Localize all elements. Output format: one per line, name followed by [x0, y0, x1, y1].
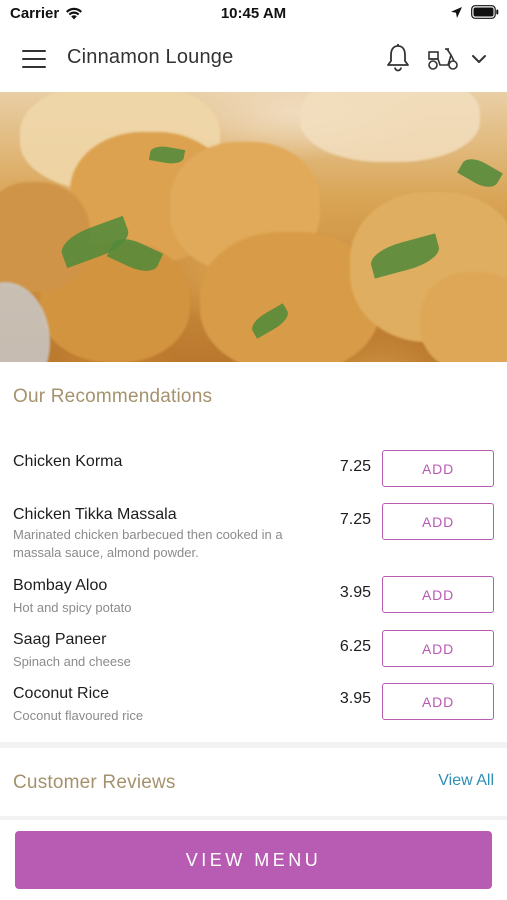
status-bar: Carrier 10:45 AM	[0, 0, 507, 26]
reviews-title: Customer Reviews	[13, 772, 176, 793]
section-divider	[0, 742, 507, 748]
chevron-down-icon[interactable]	[469, 49, 489, 69]
status-right	[450, 5, 499, 19]
item-description: Spinach and cheese	[13, 654, 131, 669]
item-description: Hot and spicy potato	[13, 600, 132, 615]
battery-icon	[471, 5, 499, 19]
item-price: 3.95	[339, 584, 371, 601]
add-button[interactable]: ADD	[382, 683, 494, 720]
hero-food-image	[0, 92, 507, 362]
add-button[interactable]: ADD	[382, 450, 494, 487]
add-button[interactable]: ADD	[382, 576, 494, 613]
recommendations-title: Our Recommendations	[13, 386, 213, 407]
item-description: Coconut flavoured rice	[13, 708, 144, 723]
add-button[interactable]: ADD	[382, 503, 494, 540]
add-button[interactable]: ADD	[382, 630, 494, 667]
location-arrow-icon	[451, 6, 462, 18]
status-time: 10:45 AM	[220, 5, 287, 22]
restaurant-title: Cinnamon Lounge	[67, 46, 234, 68]
item-name: Coconut Rice	[13, 685, 110, 702]
item-name: Bombay Aloo	[13, 577, 108, 594]
hamburger-menu-icon[interactable]	[20, 46, 48, 72]
item-price: 3.95	[339, 690, 371, 707]
item-price: 6.25	[339, 638, 371, 655]
bell-icon[interactable]	[384, 43, 412, 73]
view-menu-button[interactable]: VIEW MENU	[15, 831, 492, 889]
view-all-reviews-link[interactable]: View All	[438, 772, 494, 790]
section-divider	[0, 816, 507, 820]
scooter-delivery-icon[interactable]	[426, 45, 460, 71]
reviews-section: Customer Reviews View All	[0, 752, 507, 812]
item-price: 7.25	[339, 511, 371, 528]
app-header: Cinnamon Lounge	[0, 26, 507, 92]
item-description: Marinated chicken barbecued then cooked …	[13, 527, 283, 560]
item-price: 7.25	[339, 458, 371, 475]
item-name: Saag Paneer	[13, 631, 107, 648]
item-name: Chicken Tikka Massala	[13, 506, 177, 523]
item-name: Chicken Korma	[13, 453, 123, 470]
